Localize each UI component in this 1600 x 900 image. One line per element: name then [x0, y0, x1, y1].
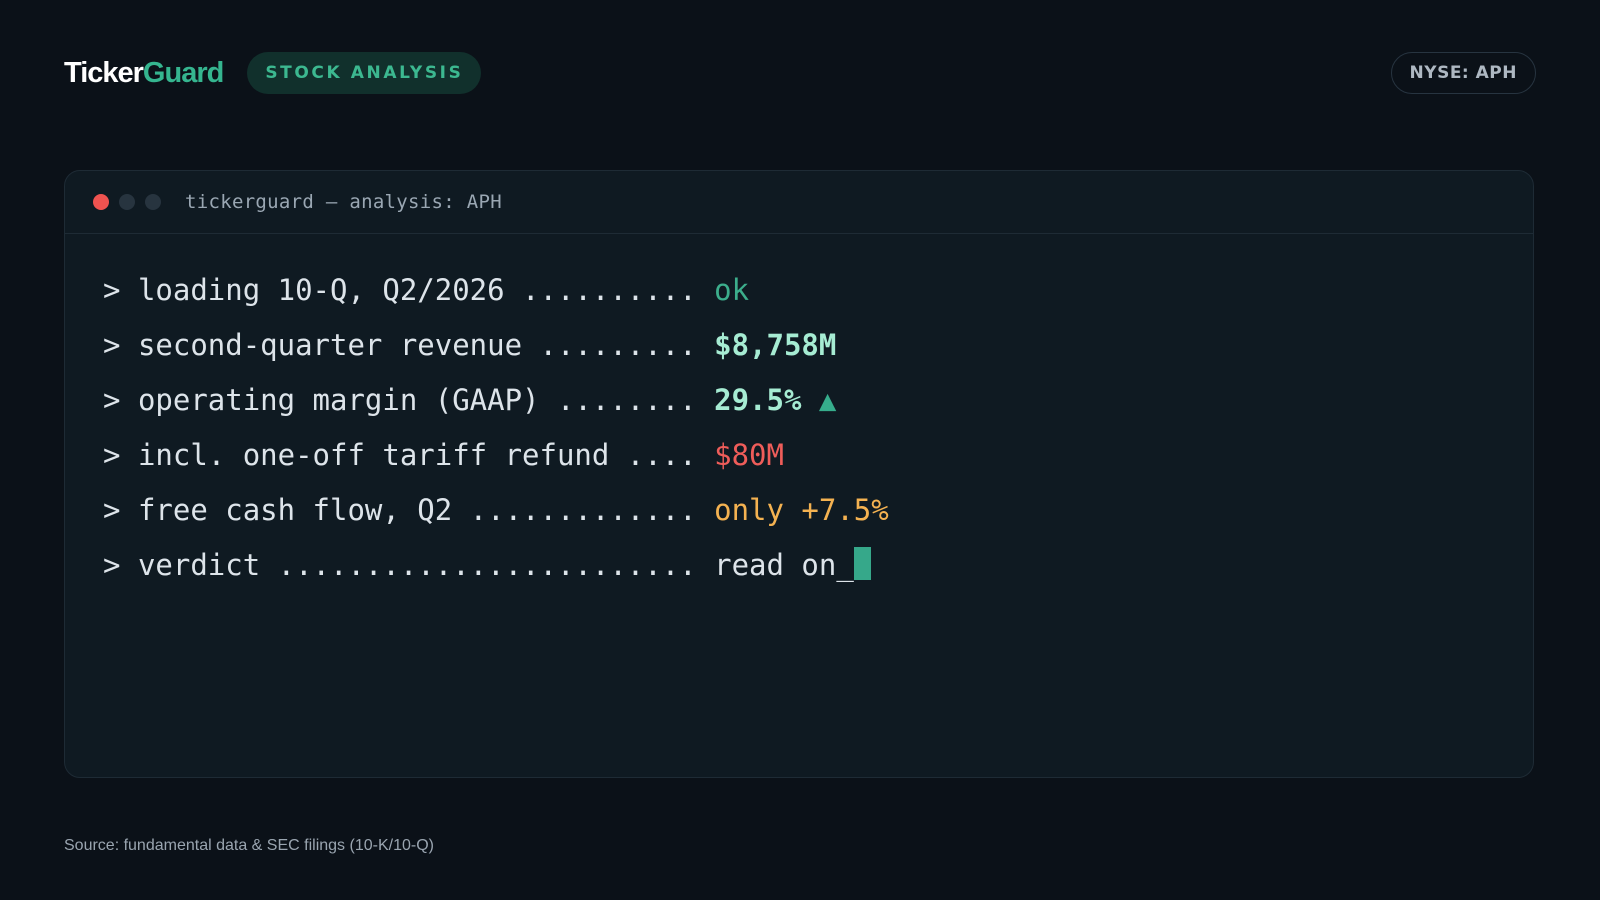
cursor-block: [853, 547, 871, 580]
line-value: read on_: [714, 548, 854, 582]
terminal-line-margin: > operating margin (GAAP) ........ 29.5%…: [103, 373, 889, 428]
line-label: second-quarter revenue .........: [137, 328, 715, 362]
terminal-title: tickerguard — analysis: APH: [185, 191, 502, 213]
terminal-line-cashflow: > free cash flow, Q2 ............. only …: [103, 483, 889, 538]
line-label: operating margin (GAAP) ........: [137, 383, 715, 417]
ticker-badge: NYSE: APH: [1390, 52, 1536, 94]
terminal-line-refund: > incl. one-off tariff refund .... $80M: [103, 428, 889, 483]
triangle-up-icon: ▲: [818, 383, 837, 417]
minimize-dot-icon[interactable]: [119, 194, 135, 210]
prompt-symbol: >: [103, 383, 121, 417]
prompt-symbol: >: [103, 438, 121, 472]
maximize-dot-icon[interactable]: [145, 194, 161, 210]
line-label: verdict ........................: [137, 548, 715, 582]
close-dot-icon[interactable]: [93, 194, 109, 210]
terminal-window: tickerguard — analysis: APH > loading 10…: [64, 170, 1534, 778]
terminal-output: > loading 10-Q, Q2/2026 .......... ok > …: [103, 263, 889, 593]
line-label: loading 10-Q, Q2/2026 ..........: [137, 273, 715, 307]
prompt-symbol: >: [103, 328, 121, 362]
line-value: 29.5%: [714, 383, 802, 417]
source-note: Source: fundamental data & SEC filings (…: [64, 837, 434, 854]
line-value: $80M: [714, 438, 784, 472]
line-value: ok: [714, 273, 750, 307]
brand-logo: TickerGuard: [64, 52, 224, 94]
line-label: free cash flow, Q2 .............: [137, 493, 715, 527]
prompt-symbol: >: [103, 273, 121, 307]
brand-name-part1: Ticker: [64, 57, 144, 89]
prompt-symbol: >: [103, 548, 121, 582]
terminal-line-verdict: > verdict ........................ read …: [103, 538, 889, 593]
prompt-symbol: >: [103, 493, 121, 527]
line-value: only +7.5%: [714, 493, 889, 527]
section-tag: STOCK ANALYSIS: [247, 52, 482, 94]
header: TickerGuard STOCK ANALYSIS NYSE: APH: [64, 52, 1536, 94]
terminal-titlebar: tickerguard — analysis: APH: [65, 171, 1533, 234]
terminal-line-loading: > loading 10-Q, Q2/2026 .......... ok: [103, 263, 889, 318]
brand-name-part2: Guard: [142, 57, 224, 89]
terminal-line-revenue: > second-quarter revenue ......... $8,75…: [103, 318, 889, 373]
line-value: $8,758M: [714, 328, 837, 362]
line-label: incl. one-off tariff refund ....: [137, 438, 715, 472]
